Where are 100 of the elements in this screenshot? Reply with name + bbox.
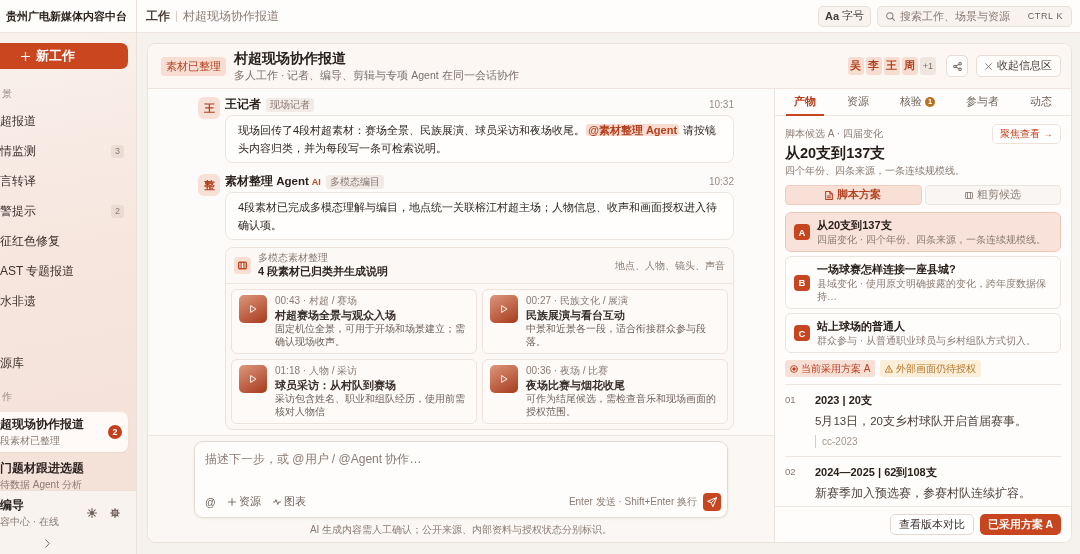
send-button[interactable] (703, 493, 721, 511)
settings-icon[interactable] (110, 508, 120, 518)
chart-button[interactable]: 图表 (272, 495, 306, 509)
chevron-right-icon[interactable] (45, 539, 50, 548)
message-time: 10:31 (708, 99, 734, 110)
clip-title: 球员采访：从村队到赛场 (275, 378, 396, 392)
mention-button[interactable]: @ (205, 496, 216, 508)
play-icon (249, 375, 257, 383)
nav-item[interactable]: 言转译 (0, 166, 128, 196)
search-field[interactable]: 搜索工作、场景与资源 CTRL K (877, 5, 1072, 27)
panel-tab[interactable]: 动态 (1021, 89, 1060, 116)
collapse-button[interactable]: 收起信息区 (976, 55, 1061, 77)
clip-meta: 01:18 · 人物 / 采访 (275, 365, 358, 377)
count-badge: 3 (111, 144, 124, 158)
compare-versions-button[interactable]: 查看版本对比 (889, 514, 974, 535)
section-label: 景 (1, 87, 12, 101)
panel-tab[interactable]: 参与者 (957, 89, 1007, 116)
message-input[interactable]: 描述下一步，或 @用户 / @Agent 协作… (195, 442, 727, 490)
message-bubble: 现场回传了4段村超素材：赛场全景、民族展演、球员采访和夜场收尾。 @素材整理 Agent 请按镜头内容归类，并为每段写一条可检索说明。 (225, 115, 734, 163)
segment-tab[interactable]: 脚本方案 (785, 185, 922, 205)
target-icon (790, 364, 798, 373)
count-badge: 2 (111, 204, 124, 218)
option-letter: B (794, 274, 810, 291)
nav-item[interactable]: 征红色修复 (0, 226, 128, 256)
panel-title: 从20支到137支 (785, 144, 886, 162)
panel-summary: 四个年份、四条来源，一条连续规模线。 (785, 164, 965, 177)
user-status: 容中心 · 在线 (0, 515, 59, 528)
attachment-tags: 地点、人物、镜头、声音 (615, 258, 725, 273)
mention-link[interactable]: @素材整理 Agent (586, 124, 680, 136)
work-item[interactable]: 门题材跟进选题 待数据 Agent 分析 (0, 456, 128, 490)
nav-item[interactable]: 情监测 3 (0, 136, 128, 166)
new-work-button[interactable]: 新工作 (0, 43, 128, 69)
participant-avatar: 李 (865, 57, 882, 75)
user-name: 编导 (0, 498, 24, 513)
message-composer[interactable]: 描述下一步，或 @用户 / @Agent 协作… @ 资源 图表 Enter 发送 · Shift+Enter 换行 (194, 441, 728, 518)
plus-icon (227, 498, 236, 506)
focus-button[interactable]: 聚焦查看 → (992, 124, 1061, 144)
search-input[interactable]: 搜索工作、场景与资源 (900, 10, 1023, 22)
add-resource-button[interactable]: 资源 (227, 495, 261, 509)
option-letter: A (794, 224, 810, 240)
attachment-label: 多模态素材整理 (258, 252, 329, 264)
nav-item[interactable]: 源库 (0, 348, 128, 378)
work-title: 村超现场协作报道 (234, 50, 346, 67)
font-size-button[interactable]: Aa 字号 (817, 5, 871, 27)
message-bubble: 4段素材已完成多模态理解与编目，地点统一关联榕江村超主场；人物信息、收声和画面授权进入待确认项。 (225, 192, 734, 240)
count-badge: 2 (108, 425, 122, 439)
clip-title: 夜场比赛与烟花收尾 (526, 378, 625, 392)
option-card[interactable]: C 站上球场的普通人 群众参与 · 从普通职业球员与乡村组队方式切入。 (785, 313, 1061, 353)
timeline-text: 新赛季加入预选赛，参赛村队连续扩容。 (815, 486, 1031, 501)
shortcut-hint: Enter 发送 · Shift+Enter 换行 (568, 495, 697, 509)
ai-label: AI (311, 176, 321, 187)
timeline-heading: 2024—2025 | 62到108支 (815, 465, 937, 479)
option-card[interactable]: A 从20支到137支 四届变化 · 四个年份、四条来源，一条连续规模线。 (785, 212, 1061, 252)
work-subtitle: 多人工作 · 记者、编导、剪辑与专项 Agent 在同一会话协作 (234, 69, 519, 82)
author-name: 素材整理 Agent (225, 174, 309, 189)
avatar: 王 (198, 97, 220, 119)
play-icon (500, 305, 508, 313)
share-icon (952, 61, 962, 71)
film-icon (234, 257, 251, 274)
sun-icon[interactable] (87, 508, 97, 518)
breadcrumb-link[interactable]: 工作 (146, 7, 170, 25)
status-tag: 外部画面仍待授权 (880, 360, 982, 377)
option-card[interactable]: B 一场球赛怎样连接一座县城? 县域变化 · 使用原文明确披露的变化，跨年度数据保持… (785, 256, 1061, 309)
play-icon (500, 375, 508, 383)
pulse-icon (272, 498, 281, 506)
clip-meta: 00:36 · 夜场 / 比赛 (526, 365, 609, 377)
avatar: 整 (198, 174, 220, 196)
clip-description: 可作为结尾候选，需检查音乐和现场画面的授权范围。 (526, 393, 717, 418)
step-number: 01 (785, 393, 797, 407)
role-tag: 现场记者 (266, 97, 314, 112)
panel-eyebrow: 脚本候选 A · 四届变化 (785, 127, 883, 140)
search-icon (886, 11, 895, 21)
panel-tab[interactable]: 产物 (786, 89, 825, 116)
nav-item[interactable]: 超报道 (0, 106, 128, 136)
app-title: 贵州广电新媒体内容中台 (0, 0, 136, 33)
timeline-text: 5月13日，20支乡村球队开启首届赛事。 (815, 414, 1027, 429)
source-label: cc-2023 (815, 435, 858, 448)
share-button[interactable] (946, 55, 968, 77)
adopted-plan-button[interactable]: 已采用方案 A (979, 514, 1061, 535)
step-number: 02 (785, 465, 797, 479)
more-count: +1 (919, 57, 936, 75)
clip-description: 固定机位全景，可用于开场和场景建立；需确认现场收声。 (275, 323, 466, 348)
clip-description: 中景和近景各一段，适合衔接群众参与段落。 (526, 323, 707, 348)
segment-tab[interactable]: 粗剪候选 (924, 185, 1061, 205)
nav-item[interactable]: 警提示 2 (0, 196, 128, 226)
participant-avatar: 吴 (847, 57, 864, 75)
panel-tab[interactable]: 资源 (839, 89, 878, 116)
nav-item[interactable]: 水非遗 (0, 286, 128, 316)
clip-title: 民族展演与看台互动 (526, 308, 625, 322)
work-item[interactable]: 超现场协作报道 段素材已整理 2 (0, 412, 128, 452)
status-badge: 素材已整理 (161, 56, 226, 76)
status-tag: 当前采用方案 A (785, 360, 876, 377)
breadcrumb-current: 村超现场协作报道 (183, 7, 279, 25)
participant-avatar: 周 (901, 57, 918, 75)
shortcut-hint: CTRL K (1027, 11, 1063, 21)
timeline-heading: 2023 | 20支 (815, 393, 872, 407)
nav-item[interactable]: AST 专题报道 (0, 256, 128, 286)
disclaimer-text: AI 生成内容需人工确认；公开来源、内部资料与授权状态分别标识。 (309, 523, 613, 536)
document-icon (825, 190, 834, 200)
warning-icon (885, 364, 894, 373)
